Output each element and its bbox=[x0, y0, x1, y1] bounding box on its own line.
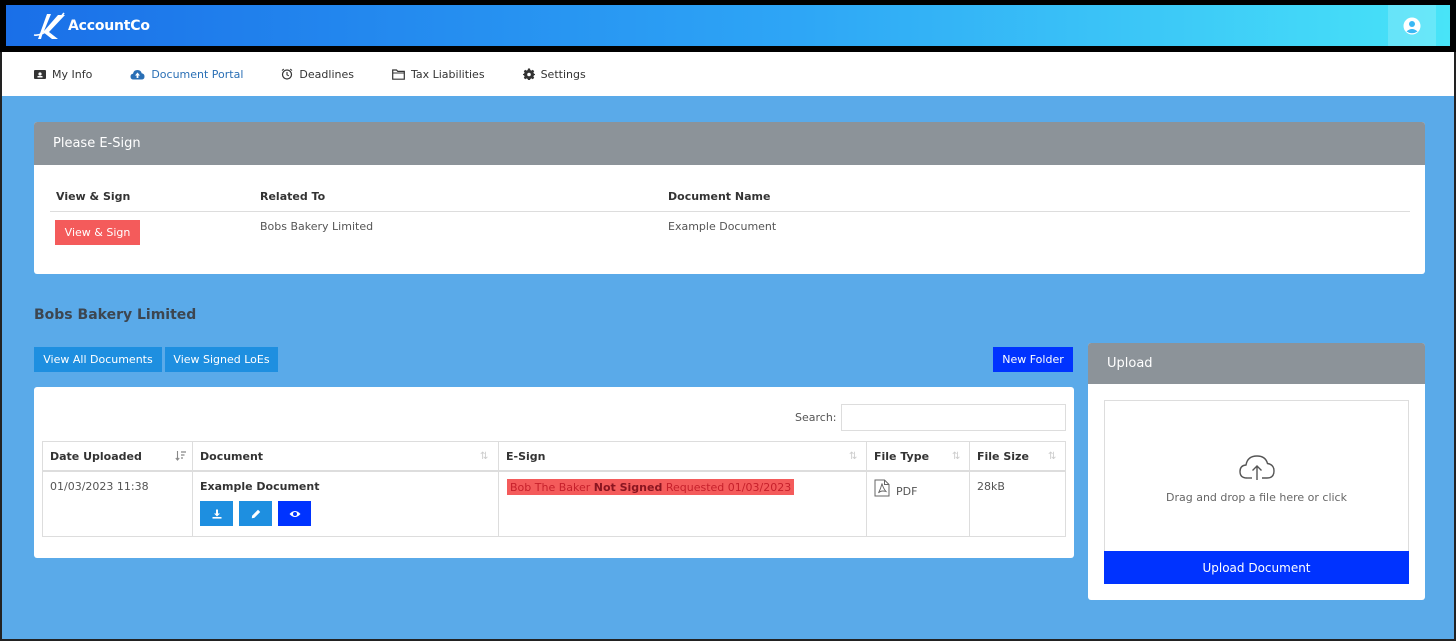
esign-header-document-name: Document Name bbox=[668, 190, 771, 203]
user-menu-button[interactable] bbox=[1388, 5, 1436, 46]
upload-panel-title: Upload bbox=[1088, 343, 1425, 384]
esign-panel-title: Please E-Sign bbox=[34, 122, 1425, 165]
nav-item-document-portal[interactable]: Document Portal bbox=[130, 68, 243, 81]
esign-header-related-to: Related To bbox=[260, 190, 326, 203]
nav-item-deadlines[interactable]: Deadlines bbox=[281, 68, 354, 81]
documents-panel: Search: Date Uploaded Document ⇅ E-Sign … bbox=[34, 387, 1074, 558]
download-icon bbox=[212, 509, 221, 519]
esign-signer: Bob The Baker bbox=[510, 480, 591, 494]
brand-name: AccountCo bbox=[68, 18, 150, 34]
brand-logo[interactable]: AccountCo bbox=[32, 11, 150, 41]
nav-label: Document Portal bbox=[151, 67, 244, 81]
view-all-documents-button[interactable]: View All Documents bbox=[34, 347, 162, 372]
cell-date-uploaded: 01/03/2023 11:38 bbox=[50, 480, 149, 493]
edit-button[interactable] bbox=[239, 501, 272, 526]
esign-requested: Requested 01/03/2023 bbox=[665, 480, 792, 494]
upload-panel: Upload Drag and drop a file here or clic… bbox=[1088, 343, 1425, 600]
search-input[interactable] bbox=[841, 404, 1066, 431]
accountco-logo-icon bbox=[33, 12, 65, 39]
sort-desc-icon[interactable] bbox=[175, 450, 187, 462]
alarm-clock-icon bbox=[282, 68, 293, 80]
nav-label: My Info bbox=[52, 67, 93, 81]
esign-panel: Please E-Sign View & Sign Related To Doc… bbox=[34, 122, 1425, 274]
sort-both-icon[interactable]: ⇅ bbox=[849, 451, 857, 462]
cloud-upload-icon bbox=[1239, 455, 1275, 480]
dropzone-text: Drag and drop a file here or click bbox=[1166, 491, 1347, 504]
pencil-icon bbox=[251, 509, 260, 518]
table-header-divider bbox=[43, 470, 1065, 472]
header-gradient-bar: AccountCo bbox=[6, 5, 1450, 46]
search-label: Search: bbox=[795, 411, 837, 424]
esign-document-name-value: Example Document bbox=[668, 220, 777, 233]
cell-file-size: 28kB bbox=[977, 480, 1005, 493]
gear-icon bbox=[522, 68, 535, 80]
sort-both-icon[interactable]: ⇅ bbox=[480, 451, 488, 462]
nav-item-my-info[interactable]: My Info bbox=[34, 68, 92, 81]
header-esign[interactable]: E-Sign bbox=[506, 450, 545, 463]
user-avatar-icon bbox=[1403, 17, 1421, 34]
nav-label: Settings bbox=[540, 67, 586, 81]
esign-related-to-value: Bobs Bakery Limited bbox=[260, 220, 374, 233]
folder-icon bbox=[392, 68, 405, 80]
sort-both-icon[interactable]: ⇅ bbox=[1048, 451, 1056, 462]
header-file-size[interactable]: File Size bbox=[977, 450, 1029, 463]
upload-document-button[interactable]: Upload Document bbox=[1104, 551, 1409, 584]
esign-header-view-sign: View & Sign bbox=[56, 190, 131, 203]
nav-item-tax-liabilities[interactable]: Tax Liabilities bbox=[392, 68, 485, 81]
file-dropzone[interactable]: Drag and drop a file here or click bbox=[1104, 400, 1409, 552]
nav-label: Tax Liabilities bbox=[410, 67, 485, 81]
nav-label: Deadlines bbox=[299, 67, 354, 81]
id-card-icon bbox=[34, 70, 46, 79]
company-title: Bobs Bakery Limited bbox=[34, 307, 197, 323]
header-document[interactable]: Document bbox=[200, 450, 263, 463]
nav-item-settings[interactable]: Settings bbox=[522, 67, 586, 81]
download-button[interactable] bbox=[200, 501, 233, 526]
view-and-sign-button[interactable]: View & Sign bbox=[55, 220, 140, 245]
view-signed-loes-button[interactable]: View Signed LoEs bbox=[165, 347, 278, 372]
header-date-uploaded[interactable]: Date Uploaded bbox=[50, 450, 142, 463]
new-folder-button[interactable]: New Folder bbox=[993, 347, 1073, 372]
pdf-file-icon bbox=[874, 479, 890, 497]
sort-both-icon[interactable]: ⇅ bbox=[952, 451, 960, 462]
cell-document-name[interactable]: Example Document bbox=[200, 480, 319, 493]
esign-header-divider bbox=[50, 211, 1410, 212]
eye-icon bbox=[289, 510, 300, 517]
cloud-upload-icon bbox=[130, 69, 145, 79]
header-file-type[interactable]: File Type bbox=[874, 450, 929, 463]
esign-status: Not Signed bbox=[593, 480, 663, 494]
documents-table: Date Uploaded Document ⇅ E-Sign ⇅ File T… bbox=[42, 441, 1066, 537]
top-header: AccountCo bbox=[0, 0, 1456, 52]
view-button[interactable] bbox=[278, 501, 311, 526]
esign-status-badge: Bob The Baker Not Signed Requested 01/03… bbox=[507, 479, 795, 495]
main-nav: My Info Document Portal Deadlines Tax Li… bbox=[2, 52, 1454, 96]
cell-file-type: PDF bbox=[896, 485, 918, 498]
